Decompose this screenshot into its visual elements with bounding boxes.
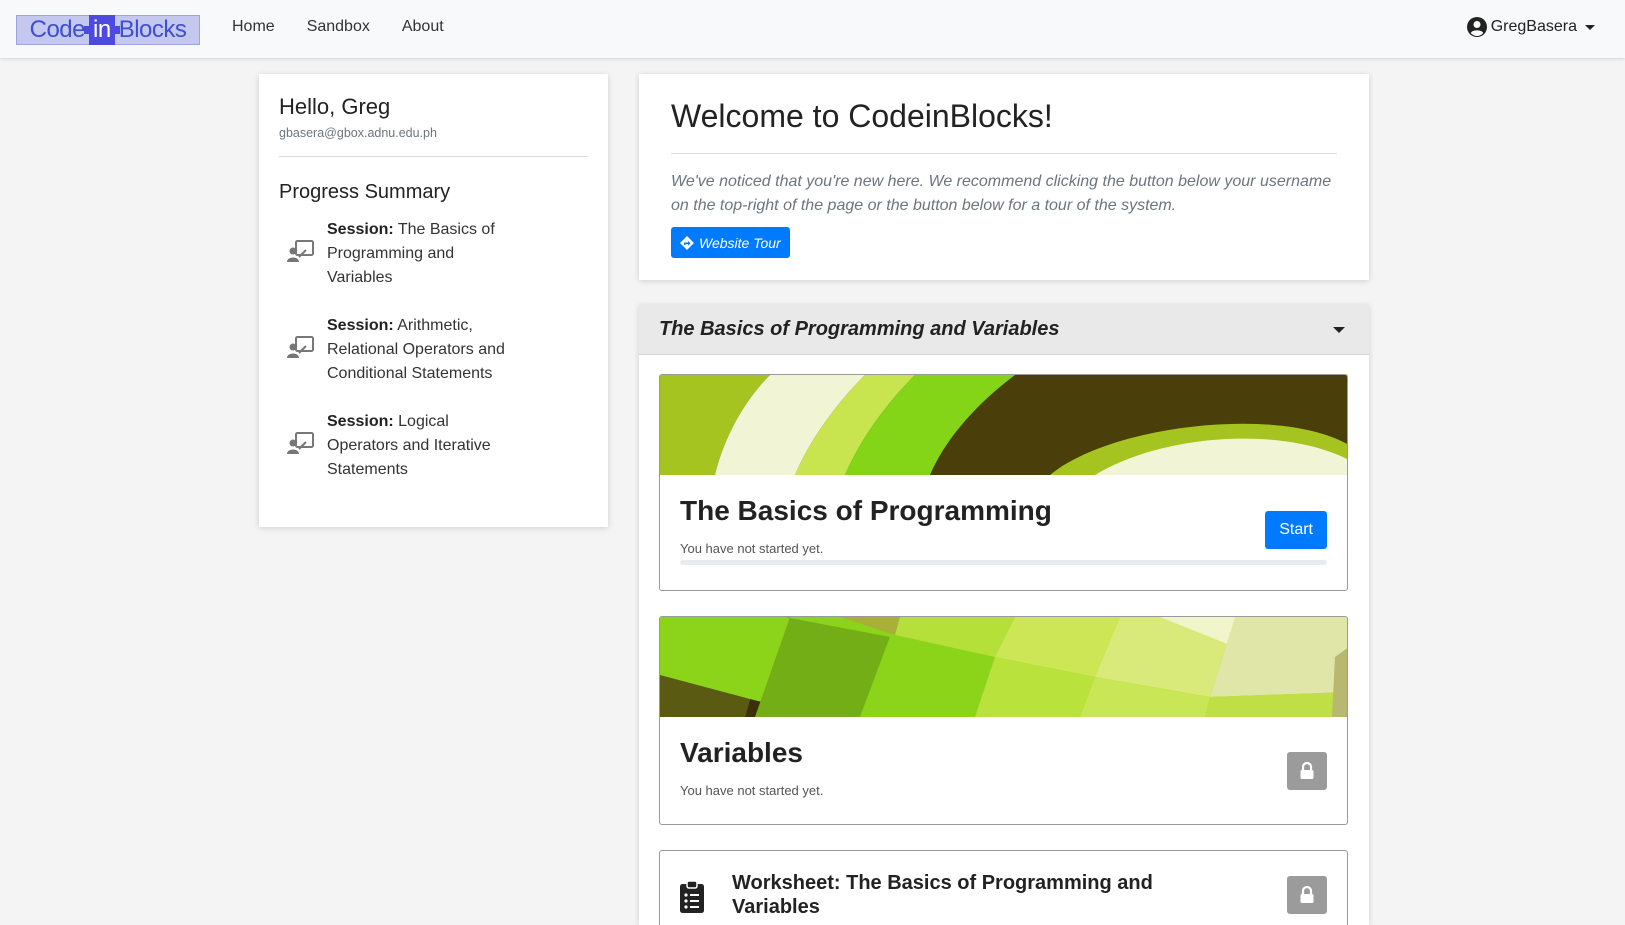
welcome-title: Welcome to CodeinBlocks!: [671, 98, 1053, 134]
session-title: The Basics of Programming and Variables: [659, 318, 1060, 340]
session-item: Session: Logical Operators and Iterative…: [279, 410, 588, 482]
worksheet-body: Worksheet: The Basics of Programming and…: [660, 851, 1347, 925]
teacher-screen-icon: [279, 410, 327, 461]
user-menu-dropdown[interactable]: GregBasera: [1466, 17, 1595, 37]
welcome-message: We've noticed that you're new here. We r…: [671, 173, 1332, 214]
greeting: Hello, Greg: [279, 94, 391, 119]
codeinblocks-logo[interactable]: Code in Blocks: [16, 15, 200, 45]
lesson-card: Variables You have not started yet.: [659, 616, 1348, 825]
user-circle-icon: [1466, 17, 1487, 37]
caret-down-icon: [1333, 326, 1345, 333]
user-email: gbasera@gbox.adnu.edu.ph: [279, 126, 437, 140]
teacher-screen-icon: [279, 314, 327, 365]
session-text: Session: Logical Operators and Iterative…: [327, 410, 517, 482]
logo-text-code: Code: [29, 16, 86, 43]
welcome-card: Welcome to CodeinBlocks! We've noticed t…: [639, 74, 1369, 280]
worksheet-title: Worksheet: The Basics of Programming and…: [732, 872, 1153, 918]
session-prefix: Session:: [327, 413, 394, 430]
nav-links: Home Sandbox About: [232, 18, 476, 36]
progress-summary-title: Progress Summary: [279, 181, 451, 203]
website-tour-label: Website Tour: [699, 234, 781, 251]
directions-icon: [680, 235, 694, 250]
session-item: Session: The Basics of Programming and V…: [279, 218, 588, 290]
lesson-banner-image: [660, 375, 1347, 475]
lesson-card: The Basics of Programming You have not s…: [659, 374, 1348, 591]
divider: [279, 156, 588, 157]
session-item: Session: Arithmetic, Relational Operator…: [279, 314, 588, 386]
teacher-screen-icon: [279, 218, 327, 269]
locked-worksheet-button[interactable]: [1287, 876, 1327, 914]
nav-home[interactable]: Home: [232, 18, 275, 36]
logo-text-in: in: [84, 15, 120, 45]
lesson-status: You have not started yet.: [680, 783, 824, 798]
locked-lesson-button[interactable]: [1287, 752, 1327, 790]
lesson-body: Variables You have not started yet.: [660, 717, 1347, 818]
session-prefix: Session:: [327, 317, 394, 334]
lesson-title: Variables: [680, 737, 803, 768]
lesson-progress-bar: [680, 560, 1327, 565]
worksheet-card: Worksheet: The Basics of Programming and…: [659, 850, 1348, 925]
session-accordion: The Basics of Programming and Variables …: [639, 305, 1369, 925]
lesson-banner-image: [660, 617, 1347, 717]
navbar: Code in Blocks Home Sandbox About GregBa…: [0, 0, 1625, 58]
logo-text-blocks: Blocks: [118, 16, 187, 43]
session-prefix: Session:: [327, 221, 394, 238]
session-text: Session: The Basics of Programming and V…: [327, 218, 517, 290]
divider: [671, 153, 1337, 154]
username-label: GregBasera: [1490, 18, 1577, 35]
lock-icon: [1300, 886, 1314, 903]
chevron-down-icon: [1585, 24, 1595, 30]
website-tour-button[interactable]: Website Tour: [671, 227, 790, 258]
start-lesson-button[interactable]: Start: [1265, 511, 1327, 549]
lesson-status: You have not started yet.: [680, 541, 824, 556]
session-text: Session: Arithmetic, Relational Operator…: [327, 314, 517, 386]
lesson-body: The Basics of Programming You have not s…: [660, 475, 1347, 585]
clipboard-list-icon: [680, 881, 704, 913]
lock-icon: [1300, 762, 1314, 779]
session-accordion-header[interactable]: The Basics of Programming and Variables: [639, 305, 1369, 355]
profile-panel: Hello, Greg gbasera@gbox.adnu.edu.ph Pro…: [259, 74, 608, 527]
nav-sandbox[interactable]: Sandbox: [307, 18, 370, 36]
nav-about[interactable]: About: [402, 18, 444, 36]
lesson-title: The Basics of Programming: [680, 495, 1052, 526]
